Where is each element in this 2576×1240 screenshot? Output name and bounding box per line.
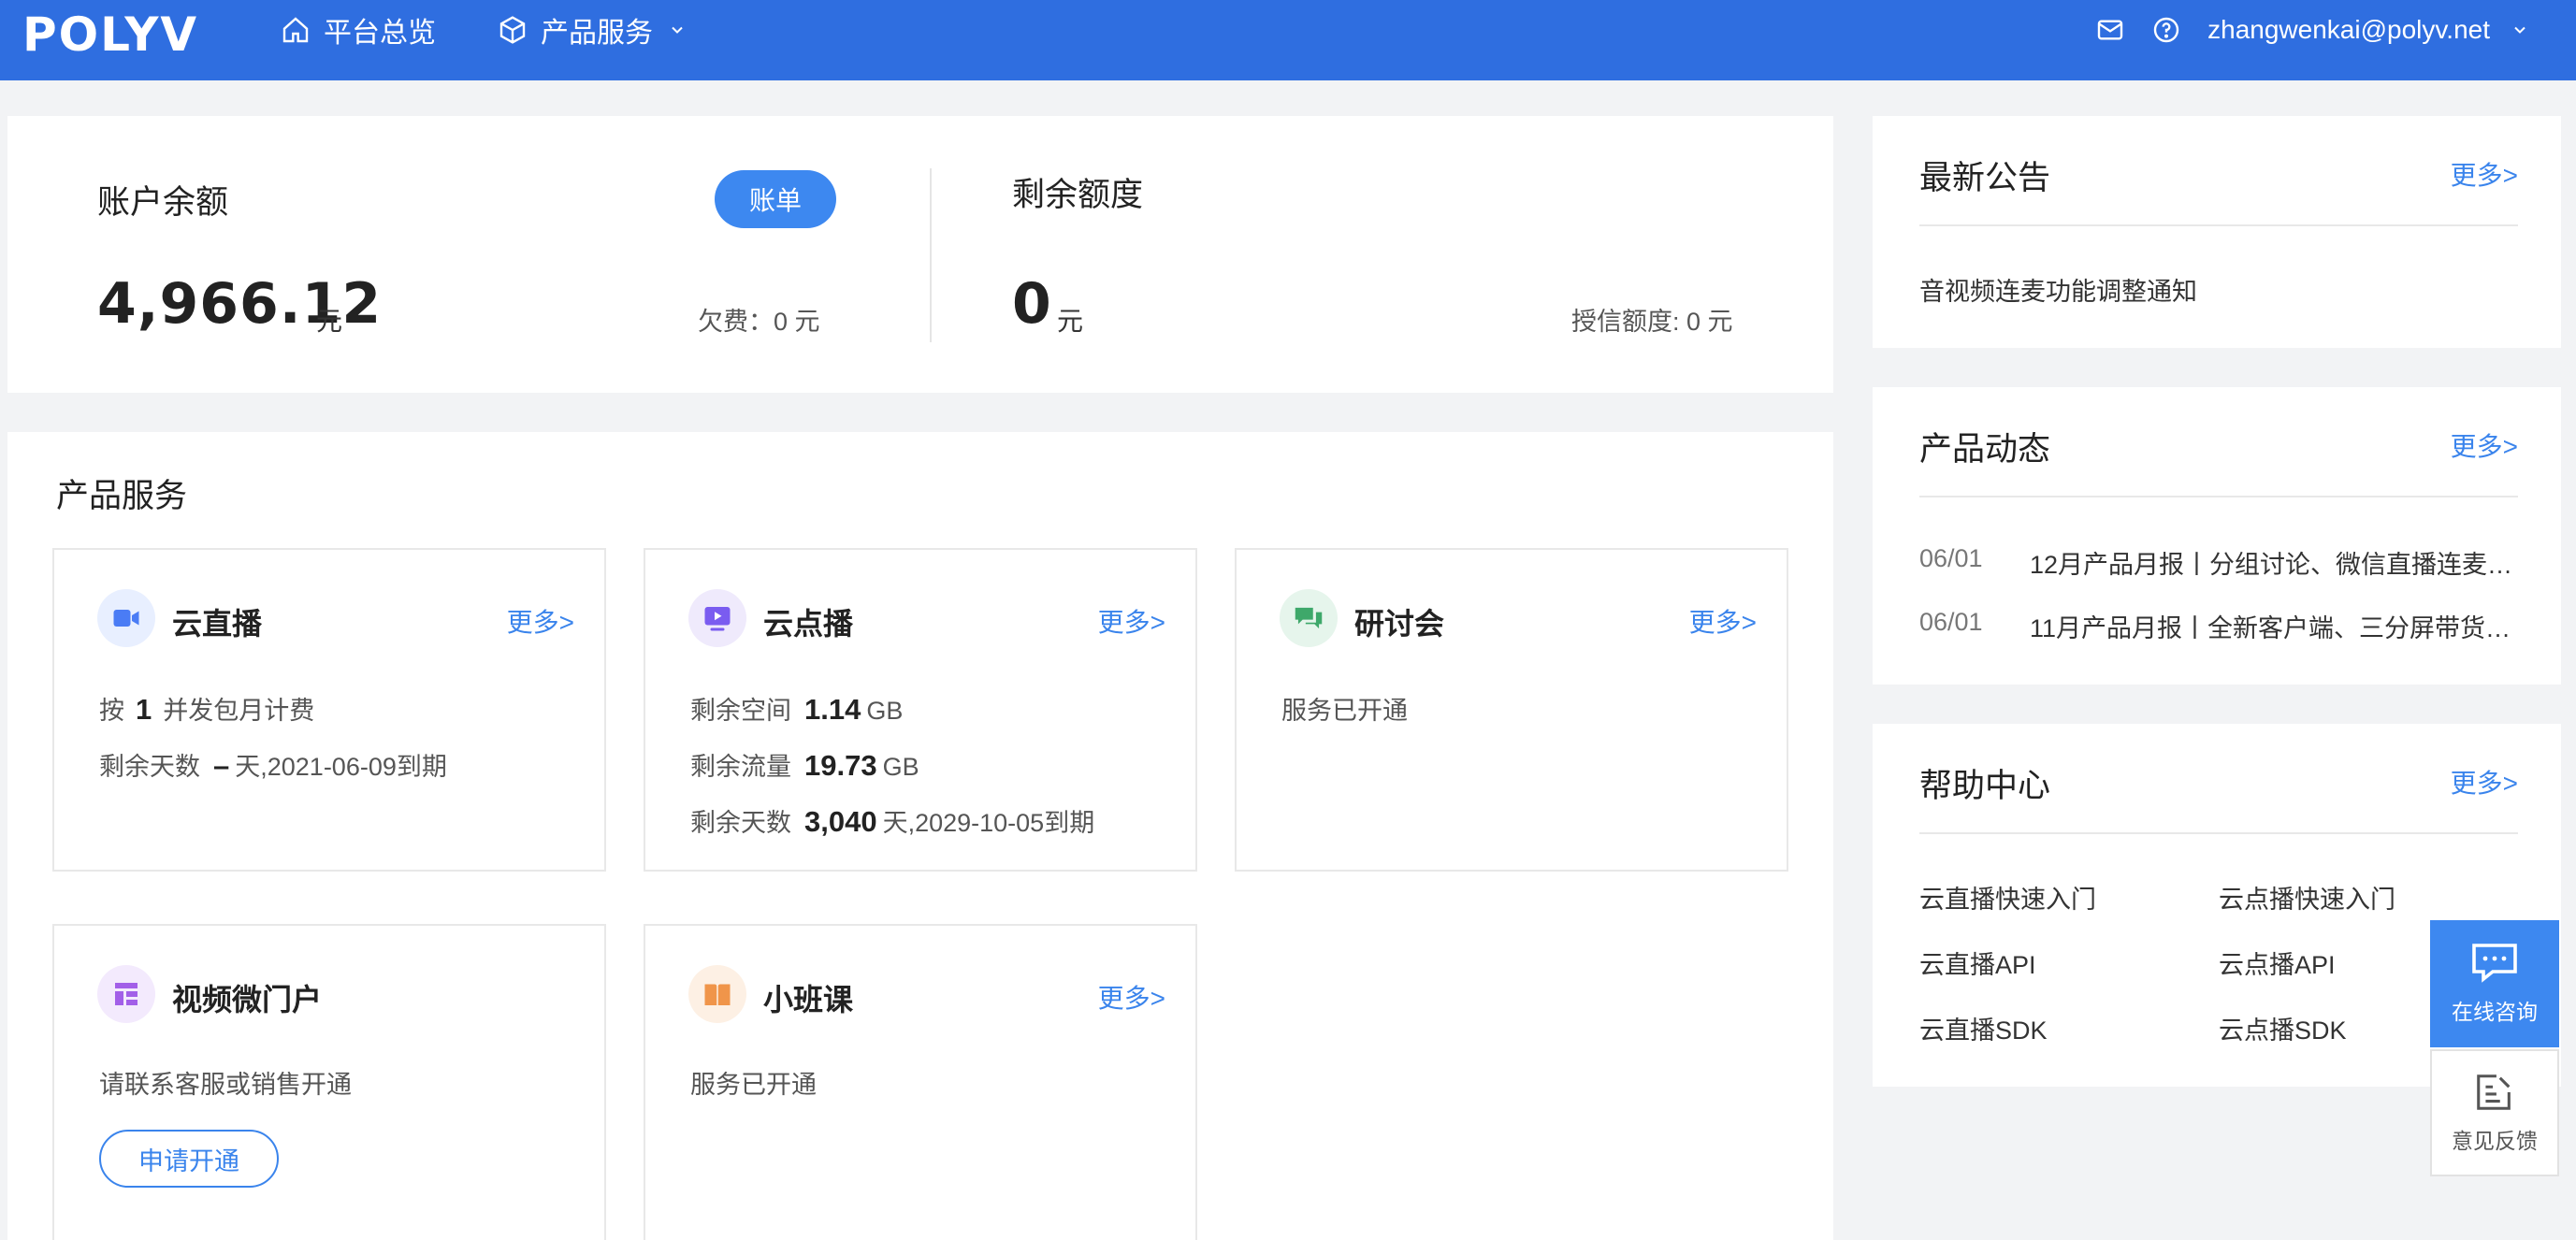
feedback-button[interactable]: 意见反馈	[2430, 1049, 2559, 1176]
arrears-text: 欠费：0 元	[698, 308, 820, 336]
help-link[interactable]: 云直播API	[1919, 944, 2036, 981]
more-link[interactable]: 更多>	[2451, 155, 2518, 193]
service-card-live: 云直播 更多> 按 1 并发包月计费 剩余天数 – 天,2021-06-09到期	[52, 548, 606, 872]
announcement-item[interactable]: 音视频连麦功能调整通知	[1919, 271, 2197, 308]
stat-label: 剩余天数	[690, 809, 791, 837]
nav-platform-overview-label: 平台总览	[324, 18, 436, 49]
apply-button[interactable]: 申请开通	[99, 1130, 279, 1188]
user-area: zhangwenkai@polyv.net	[2095, 11, 2529, 49]
stat-unit: 天,2029-10-05到期	[882, 809, 1095, 837]
service-status: 服务已开通	[1281, 697, 1408, 725]
stat-label: 剩余空间	[690, 697, 791, 725]
news-date: 06/01	[1919, 608, 1983, 636]
news-item[interactable]: 11月产品月报丨全新客户端、三分屏带货等功能上线	[2030, 608, 2516, 644]
mail-icon[interactable]	[2095, 15, 2125, 45]
help-center-title: 帮助中心	[1919, 768, 2051, 804]
layout-grid-icon	[97, 965, 155, 1023]
help-icon[interactable]	[2151, 15, 2181, 45]
service-title: 云直播	[172, 607, 263, 641]
help-link[interactable]: 云点播API	[2219, 944, 2336, 981]
divider	[930, 168, 932, 342]
balance-label: 账户余额	[97, 184, 229, 221]
feedback-label: 意见反馈	[2452, 1129, 2538, 1153]
product-services-title: 产品服务	[56, 478, 188, 514]
product-news-title: 产品动态	[1919, 431, 2051, 468]
nav-product-services[interactable]: 产品服务	[498, 11, 687, 49]
remaining-days-value: –	[213, 749, 230, 782]
concurrency-value: 1	[136, 693, 152, 726]
remaining-space-line: 剩余空间 1.14 GB	[690, 690, 903, 727]
stat-unit: GB	[866, 697, 904, 725]
account-card: 账户余额 4,966.12 元 账单 欠费：0 元 剩余额度 0 元 授信额度:…	[7, 116, 1833, 393]
service-card-small-class: 小班课 更多> 服务已开通	[644, 924, 1197, 1240]
announcements-card: 最新公告 更多> 音视频连麦功能调整通知	[1873, 116, 2561, 348]
stat-value: 19.73	[804, 749, 877, 782]
cube-icon	[499, 16, 526, 44]
service-card-seminar: 研讨会 更多> 服务已开通	[1235, 548, 1788, 872]
online-consult-label: 在线咨询	[2452, 1000, 2538, 1024]
nav-platform-overview[interactable]: 平台总览	[281, 11, 436, 49]
home-icon	[282, 17, 309, 43]
service-card-micro-portal: 视频微门户 请联系客服或销售开通 申请开通	[52, 924, 606, 1240]
chat-icon	[2472, 944, 2517, 983]
announcements-title: 最新公告	[1919, 160, 2051, 196]
billing-line: 按 1 并发包月计费	[99, 690, 314, 727]
chevron-down-icon	[672, 26, 683, 34]
product-services-panel: 产品服务 云直播 更多> 按 1 并发包月计费 剩余天数 – 天,2021-06-09到…	[7, 432, 1833, 1240]
balance-unit: 元	[316, 307, 343, 336]
credit-text: 授信额度: 0 元	[1571, 308, 1733, 336]
service-title: 小班课	[763, 983, 854, 1017]
remaining-quota-unit: 元	[1057, 307, 1084, 336]
remaining-quota-label: 剩余额度	[1012, 177, 1144, 213]
edit-note-icon	[2477, 1074, 2511, 1110]
stat-value: 3,040	[804, 805, 877, 838]
remaining-days-label: 剩余天数	[99, 753, 200, 781]
service-title: 研讨会	[1354, 607, 1445, 641]
news-item[interactable]: 12月产品月报丨分组讨论、微信直播连麦等新功能上线	[2030, 544, 2516, 581]
billing-suffix: 并发包月计费	[163, 697, 315, 725]
more-link[interactable]: 更多>	[2451, 426, 2518, 464]
remaining-traffic-line: 剩余流量 19.73 GB	[690, 746, 919, 783]
video-camera-icon	[97, 589, 155, 647]
service-title: 云点播	[763, 607, 854, 641]
online-consult-button[interactable]: 在线咨询	[2430, 920, 2559, 1047]
more-link[interactable]: 更多>	[1098, 978, 1165, 1016]
help-link[interactable]: 云点播SDK	[2219, 1010, 2347, 1046]
news-date: 06/01	[1919, 544, 1983, 572]
user-email[interactable]: zhangwenkai@polyv.net	[2207, 15, 2490, 45]
more-link[interactable]: 更多>	[507, 602, 574, 640]
service-card-vod: 云点播 更多> 剩余空间 1.14 GB 剩余流量 19.73 GB 剩余天数 3,040…	[644, 548, 1197, 872]
help-link[interactable]: 云直播SDK	[1919, 1010, 2048, 1046]
help-link[interactable]: 云直播快速入门	[1919, 879, 2096, 916]
remaining-quota-value: 0	[1012, 271, 1052, 337]
remaining-days-line: 剩余天数 – 天,2021-06-09到期	[99, 746, 447, 783]
expiry-text: 天,2021-06-09到期	[235, 753, 447, 781]
service-desc: 请联系客服或销售开通	[99, 1071, 352, 1099]
more-link[interactable]: 更多>	[2451, 763, 2518, 800]
open-book-icon	[688, 965, 746, 1023]
polyv-logo[interactable]: POLYV	[22, 7, 198, 62]
stat-unit: GB	[882, 753, 919, 781]
divider	[1919, 832, 2518, 834]
divider	[1919, 224, 2518, 226]
stat-value: 1.14	[804, 693, 861, 726]
service-title: 视频微门户	[172, 983, 323, 1017]
top-navigation-bar: POLYV 平台总览 产品服务 zhangwenkai@polyv.net	[0, 0, 2576, 80]
service-status: 服务已开通	[690, 1071, 817, 1099]
stat-label: 剩余流量	[690, 753, 791, 781]
remaining-days-line: 剩余天数 3,040 天,2029-10-05到期	[690, 802, 1094, 839]
help-link[interactable]: 云点播快速入门	[2219, 879, 2395, 916]
play-screen-icon	[688, 589, 746, 647]
more-link[interactable]: 更多>	[1689, 602, 1757, 640]
chat-bubbles-icon	[1280, 589, 1338, 647]
product-news-card: 产品动态 更多> 06/01 12月产品月报丨分组讨论、微信直播连麦等新功能上线…	[1873, 387, 2561, 685]
bill-button[interactable]: 账单	[715, 170, 836, 228]
divider	[1919, 496, 2518, 497]
more-link[interactable]: 更多>	[1098, 602, 1165, 640]
billing-prefix: 按	[99, 697, 124, 725]
chevron-down-icon[interactable]	[2511, 21, 2529, 39]
nav-product-services-label: 产品服务	[541, 18, 653, 49]
